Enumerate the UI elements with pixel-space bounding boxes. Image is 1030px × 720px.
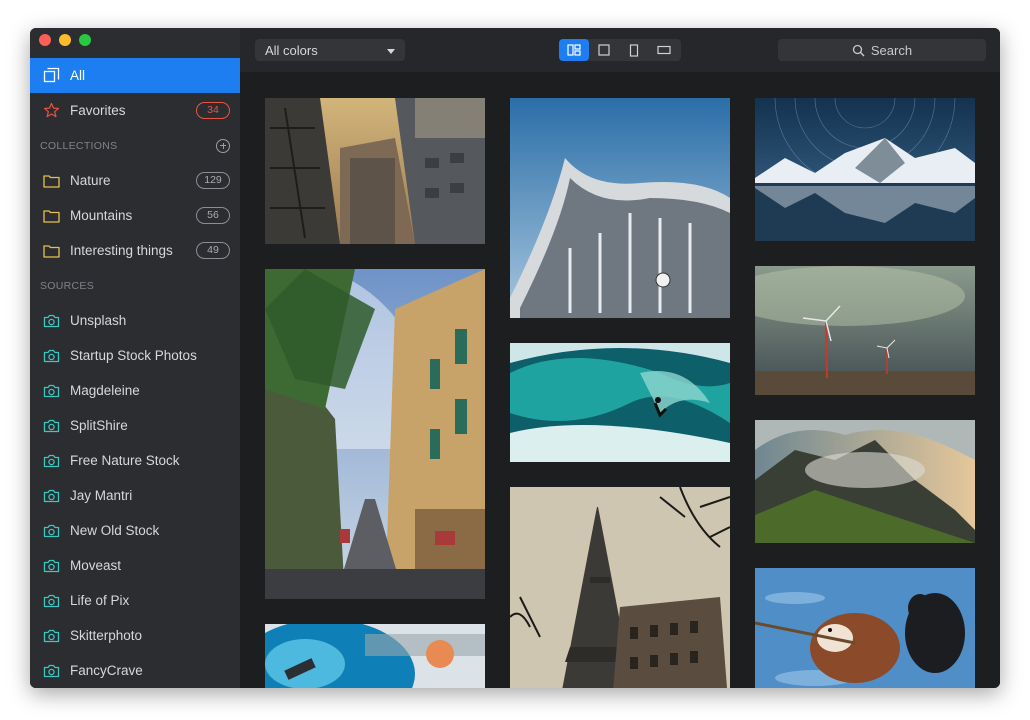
sidebar-item-label: Startup Stock Photos [70, 348, 197, 363]
folder-icon [42, 207, 60, 225]
view-landscape-button[interactable] [649, 39, 679, 61]
camera-icon [42, 592, 60, 610]
search-placeholder: Search [870, 42, 913, 58]
photo-gallery [240, 72, 1000, 688]
photo-wind-turbines[interactable] [755, 266, 975, 395]
camera-icon [42, 382, 60, 400]
sidebar-item-magdeleine[interactable]: Magdeleine [30, 373, 240, 408]
collections-header: COLLECTIONS [30, 128, 240, 163]
photo-curved-building[interactable] [510, 98, 730, 318]
camera-icon [42, 627, 60, 645]
sidebar-item-label: New Old Stock [70, 523, 160, 538]
add-collection-icon[interactable] [216, 138, 230, 153]
main-area: All colors Search [240, 28, 1000, 688]
folder-icon [42, 172, 60, 190]
photo-misty-mountain[interactable] [755, 420, 975, 543]
all-photos-icon [42, 67, 60, 85]
zoom-window-button[interactable] [79, 34, 91, 46]
view-portrait-button[interactable] [619, 39, 649, 61]
sidebar-item-interesting-things[interactable]: Interesting things 49 [30, 233, 240, 268]
photo-blue-smoke[interactable] [265, 624, 485, 688]
sidebar-item-nature[interactable]: Nature 129 [30, 163, 240, 198]
collection-count-badge: 49 [196, 242, 230, 259]
sidebar-item-moveast[interactable]: Moveast [30, 548, 240, 583]
camera-icon [42, 347, 60, 365]
sidebar-item-favorites[interactable]: Favorites 34 [30, 93, 240, 128]
sidebar-item-label: Moveast [70, 558, 122, 573]
square-view-icon [598, 44, 610, 56]
sidebar-item-free-nature-stock[interactable]: Free Nature Stock [30, 443, 240, 478]
camera-icon [42, 557, 60, 575]
camera-icon [42, 522, 60, 540]
window-controls [39, 34, 91, 46]
minimize-window-button[interactable] [59, 34, 71, 46]
close-window-button[interactable] [39, 34, 51, 46]
sidebar-item-label: FancyCrave [70, 663, 143, 678]
sidebar-item-label: SplitShire [70, 418, 128, 433]
sidebar-item-fancycrave[interactable]: FancyCrave [30, 653, 240, 688]
sidebar-item-label: All [70, 68, 86, 83]
app-window: All Favorites 34 COLLECTIONS Nature 129 Mo… [30, 28, 1000, 688]
sidebar-item-label: Jay Mantri [70, 488, 133, 503]
photo-street-balconies[interactable] [265, 269, 485, 599]
color-filter-dropdown[interactable]: All colors [255, 39, 405, 61]
sidebar-item-label: Life of Pix [70, 593, 130, 608]
camera-icon [42, 452, 60, 470]
section-title: COLLECTIONS [40, 139, 118, 152]
portrait-view-icon [629, 43, 639, 57]
sidebar-item-label: Skitterphoto [70, 628, 143, 643]
sidebar-item-unsplash[interactable]: Unsplash [30, 303, 240, 338]
photo-city-buildings[interactable] [265, 98, 485, 244]
sidebar-item-skitterphoto[interactable]: Skitterphoto [30, 618, 240, 653]
photo-surfer-wave[interactable] [510, 343, 730, 462]
sidebar-item-splitshire[interactable]: SplitShire [30, 408, 240, 443]
search-icon [852, 44, 865, 56]
star-icon [42, 102, 60, 120]
camera-icon [42, 417, 60, 435]
toolbar: All colors Search [240, 28, 1000, 72]
collection-count-badge: 129 [196, 172, 230, 189]
sidebar-item-label: Unsplash [70, 313, 127, 328]
view-mode-switch [559, 39, 681, 61]
photo-mountains-lake[interactable] [755, 98, 975, 241]
camera-icon [42, 312, 60, 330]
camera-icon [42, 487, 60, 505]
grid-view-icon [567, 44, 581, 56]
sidebar: All Favorites 34 COLLECTIONS Nature 129 Mo… [30, 28, 240, 688]
photo-eiffel-tower[interactable] [510, 487, 730, 688]
section-title: SOURCES [40, 279, 95, 292]
chevron-down-icon [387, 49, 395, 54]
view-grid-button[interactable] [559, 39, 589, 61]
collection-count-badge: 56 [196, 207, 230, 224]
search-input[interactable]: Search [778, 39, 986, 61]
folder-icon [42, 242, 60, 260]
sources-header: SOURCES [30, 268, 240, 303]
camera-icon [42, 662, 60, 680]
view-square-button[interactable] [589, 39, 619, 61]
photo-dogs-water[interactable] [755, 568, 975, 688]
sidebar-item-label: Magdeleine [70, 383, 140, 398]
sidebar-item-all[interactable]: All [30, 58, 240, 93]
sidebar-item-life-of-pix[interactable]: Life of Pix [30, 583, 240, 618]
color-filter-value: All colors [265, 42, 318, 58]
sidebar-item-startup-stock-photos[interactable]: Startup Stock Photos [30, 338, 240, 373]
sidebar-item-label: Free Nature Stock [70, 453, 180, 468]
favorites-count-badge: 34 [196, 102, 230, 119]
sidebar-item-jay-mantri[interactable]: Jay Mantri [30, 478, 240, 513]
landscape-view-icon [657, 45, 671, 55]
sidebar-item-mountains[interactable]: Mountains 56 [30, 198, 240, 233]
sidebar-item-new-old-stock[interactable]: New Old Stock [30, 513, 240, 548]
sidebar-nav: All Favorites 34 COLLECTIONS Nature 129 Mo… [30, 58, 240, 688]
